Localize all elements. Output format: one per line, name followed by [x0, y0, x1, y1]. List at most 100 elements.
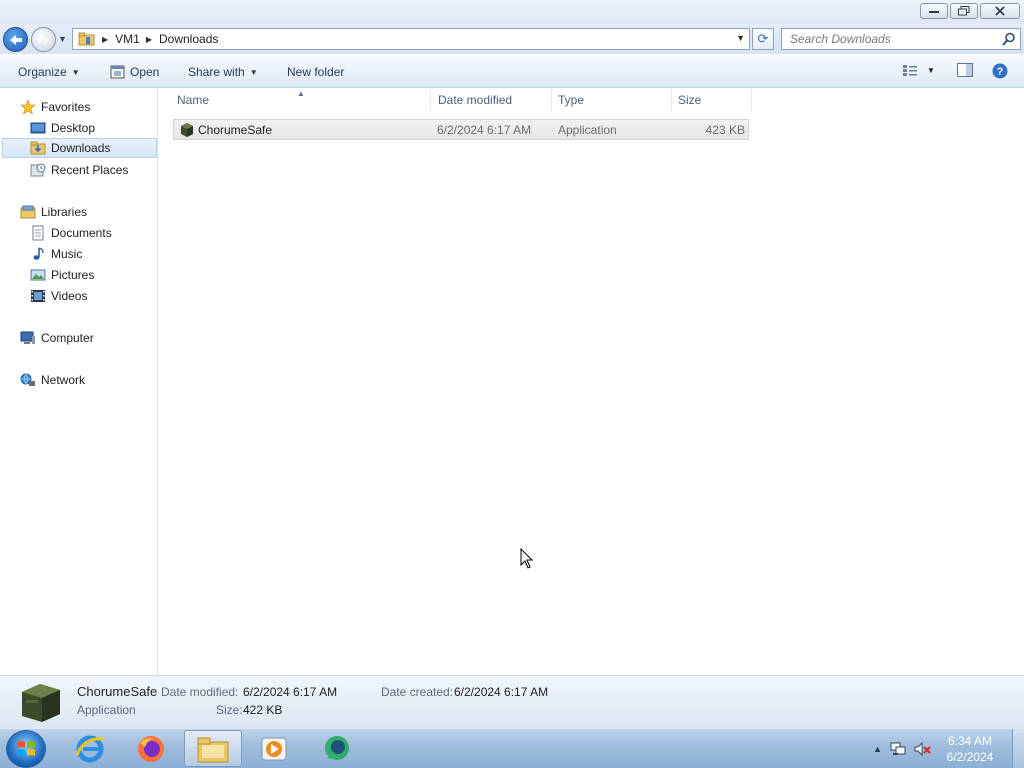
recent-pages-dropdown[interactable]: ▼: [58, 34, 67, 44]
nav-computer-label: Computer: [41, 331, 94, 345]
taskbar-media-player[interactable]: [245, 730, 303, 767]
svg-text:?: ?: [997, 66, 1004, 78]
clock-time: 6:34 AM: [947, 734, 993, 748]
nav-item-documents[interactable]: Documents: [30, 223, 112, 243]
window-controls: [920, 3, 1020, 19]
nav-favorites-label: Favorites: [41, 100, 91, 114]
maximize-button[interactable]: [950, 3, 978, 19]
nav-item-pictures[interactable]: Pictures: [30, 265, 94, 285]
breadcrumb-arrow-icon[interactable]: ▶: [102, 35, 108, 44]
desktop-icon: [30, 122, 46, 134]
taskbar-chat-app[interactable]: [308, 730, 366, 767]
chevron-down-icon: ▼: [71, 67, 80, 77]
taskbar-internet-explorer[interactable]: [61, 730, 119, 767]
help-icon: ?: [992, 63, 1008, 79]
show-desktop-button[interactable]: [1012, 729, 1024, 768]
column-header-label: Type: [558, 93, 585, 107]
sort-ascending-icon: ▲: [297, 89, 305, 98]
refresh-icon: ⟳: [757, 31, 769, 46]
column-header-date-modified[interactable]: Date modified: [432, 89, 552, 111]
new-folder-button[interactable]: New folder: [287, 65, 344, 79]
system-tray: ▲ 6:34 AM 6/2/2024: [873, 733, 1018, 765]
network-icon: [20, 373, 35, 386]
minimize-button[interactable]: [920, 3, 948, 19]
view-dropdown-icon[interactable]: ▼: [927, 66, 935, 75]
network-status-icon[interactable]: [890, 741, 906, 757]
minimize-icon: [929, 11, 939, 13]
show-hidden-icons-button[interactable]: ▲: [873, 744, 882, 754]
forward-button[interactable]: [31, 27, 56, 52]
title-bar: [0, 0, 1024, 24]
close-button[interactable]: [980, 3, 1020, 19]
file-row[interactable]: ChorumeSafe 6/2/2024 6:17 AM Application…: [173, 119, 749, 140]
breadcrumb-downloads[interactable]: Downloads: [159, 32, 218, 46]
file-date-modified: 6/2/2024 6:17 AM: [437, 123, 532, 137]
details-file-name: ChorumeSafe: [77, 684, 158, 699]
address-dropdown-icon[interactable]: ▼: [736, 33, 745, 43]
file-type: Application: [558, 123, 617, 137]
breadcrumb-vm1[interactable]: VM1: [115, 32, 140, 46]
nav-favorites[interactable]: Favorites: [20, 97, 90, 117]
file-name: ChorumeSafe: [198, 123, 273, 137]
details-size: 422 KB: [243, 703, 283, 717]
nav-libraries[interactable]: Libraries: [20, 202, 87, 222]
nav-item-label: Documents: [51, 226, 112, 240]
pictures-icon: [30, 269, 46, 281]
documents-icon: [32, 225, 44, 241]
volume-muted-icon[interactable]: [914, 741, 932, 757]
preview-pane-button[interactable]: [957, 63, 973, 80]
details-date-created-label: Date created:: [381, 685, 454, 699]
clock-date: 6/2/2024: [946, 750, 994, 764]
details-file-type: Application: [77, 703, 136, 717]
start-button[interactable]: [6, 730, 46, 768]
back-button[interactable]: [3, 27, 28, 52]
search-icon[interactable]: [1002, 32, 1016, 46]
downloads-folder-icon: [30, 141, 46, 155]
favorites-star-icon: [20, 99, 36, 115]
column-header-size[interactable]: Size: [672, 89, 752, 111]
nav-libraries-label: Libraries: [41, 205, 88, 219]
share-with-button[interactable]: Share with ▼: [188, 65, 258, 79]
nav-computer[interactable]: Computer: [20, 328, 94, 348]
column-header-type[interactable]: Type: [552, 89, 672, 111]
mouse-cursor-icon: [520, 548, 534, 569]
internet-explorer-icon: [75, 735, 105, 762]
preview-pane-icon: [957, 63, 973, 77]
clock[interactable]: 6:34 AM 6/2/2024: [940, 733, 1000, 765]
taskbar-firefox[interactable]: [122, 730, 180, 767]
breadcrumb-arrow-icon[interactable]: ▶: [146, 35, 152, 44]
column-header-label: Name: [177, 93, 210, 107]
nav-network-label: Network: [41, 373, 86, 387]
taskbar-file-explorer[interactable]: [184, 730, 242, 767]
computer-icon: [20, 331, 35, 344]
nav-item-label: Recent Places: [51, 163, 129, 177]
command-bar: Organize ▼ Open Share with ▼ New folder …: [0, 56, 1024, 88]
refresh-button[interactable]: ⟳: [752, 28, 774, 50]
nav-item-recent-places[interactable]: Recent Places: [30, 160, 128, 180]
details-pane: ChorumeSafe Application Date modified: 6…: [0, 675, 1024, 728]
search-input[interactable]: [790, 29, 990, 49]
change-view-button[interactable]: [902, 63, 918, 80]
organize-button[interactable]: Organize ▼: [18, 65, 80, 79]
address-bar[interactable]: ▶ VM1 ▶ Downloads ▼: [72, 28, 750, 50]
nav-item-desktop[interactable]: Desktop: [30, 118, 95, 138]
nav-item-label: Downloads: [51, 141, 111, 155]
nav-network[interactable]: Network: [20, 370, 85, 390]
details-date-modified: 6/2/2024 6:17 AM: [243, 685, 338, 699]
application-icon: [181, 123, 193, 137]
firefox-icon: [138, 735, 164, 762]
help-button[interactable]: ?: [992, 63, 1008, 82]
folder-location-icon: [78, 32, 96, 46]
application-large-icon: [22, 684, 60, 722]
details-size-label: Size:: [216, 703, 243, 717]
videos-icon: [31, 290, 45, 302]
chat-app-icon: [325, 735, 349, 760]
open-button[interactable]: Open: [110, 65, 159, 79]
open-app-icon: [110, 65, 125, 79]
nav-item-music[interactable]: Music: [30, 244, 82, 264]
search-box: [781, 28, 1021, 50]
nav-item-downloads[interactable]: Downloads: [2, 138, 157, 158]
details-date-modified-label: Date modified:: [161, 685, 239, 699]
navigation-pane: Favorites Desktop Downloads Recent Place…: [0, 89, 158, 675]
nav-item-videos[interactable]: Videos: [30, 286, 87, 306]
